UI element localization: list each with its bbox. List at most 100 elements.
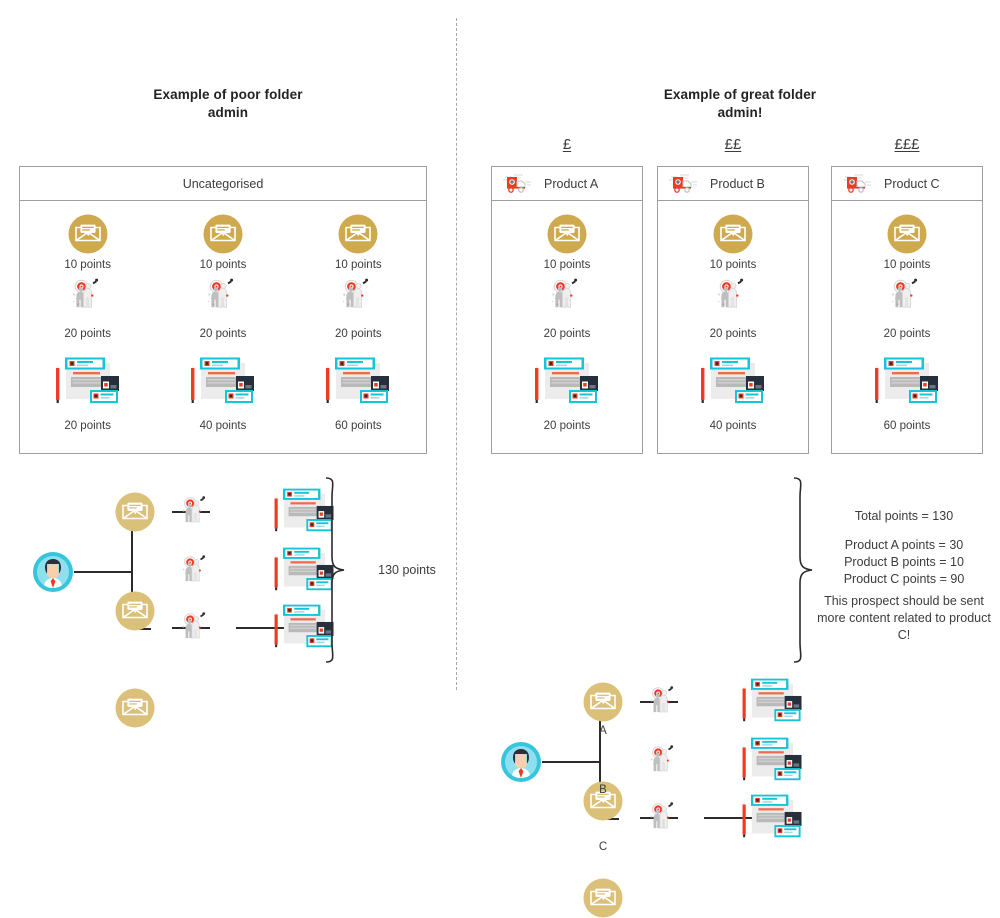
points-label: 20 points: [199, 328, 247, 340]
currency-label-b: ££: [724, 136, 742, 153]
landing-page-icon[interactable]: [184, 357, 262, 409]
target-people-icon[interactable]: [646, 799, 682, 835]
email-icon[interactable]: [887, 214, 927, 254]
prospect-avatar-icon[interactable]: [500, 741, 542, 783]
product-c-folder-card[interactable]: Product C 10 points 20 points 60 points: [831, 166, 983, 454]
summary-product-c-points: Product C points = 90: [843, 572, 965, 586]
left-panel-title-line1: Example of poor folder: [153, 87, 303, 102]
landing-page-icon[interactable]: [736, 737, 809, 786]
delivery-truck-icon: [502, 173, 534, 195]
target-people-icon[interactable]: [178, 609, 214, 645]
landing-page-icon[interactable]: [868, 357, 946, 409]
uncategorised-folder-header: Uncategorised: [20, 167, 426, 201]
tree-node-label-c: C: [598, 841, 608, 853]
points-label: 40 points: [199, 420, 247, 432]
product-a-folder-name: Product A: [544, 176, 599, 191]
product-c-column: 10 points 20 points 60 points: [832, 201, 982, 453]
currency-label-a: £: [562, 136, 572, 153]
right-prospect-tree: A B C: [488, 668, 818, 918]
vertical-dashed-divider: [456, 18, 457, 690]
left-total-brace: [322, 477, 348, 663]
delivery-truck-icon: [668, 173, 700, 195]
uncategorised-column-1: 10 points 20 points 20 points: [20, 201, 155, 453]
product-b-folder-name: Product B: [710, 176, 765, 191]
points-label: 60 points: [883, 420, 931, 432]
landing-page-icon[interactable]: [528, 357, 606, 409]
target-people-icon[interactable]: [203, 275, 243, 315]
tree-node-label-b: B: [599, 784, 607, 796]
summary-product-b-points: Product B points = 10: [844, 555, 964, 569]
product-a-folder-body: 10 points 20 points 20 points: [492, 201, 642, 453]
product-a-folder-card[interactable]: Product A 10 points 20 points 20 points: [491, 166, 643, 454]
points-label: 20 points: [64, 420, 111, 432]
summary-product-a-points: Product A points = 30: [844, 538, 964, 552]
right-panel-title-line2: admin!: [717, 105, 763, 120]
tree-line-root: [542, 761, 600, 763]
right-summary-brace: [790, 477, 816, 663]
uncategorised-folder-card[interactable]: Uncategorised 10 points 20 points 20 poi…: [19, 166, 427, 454]
points-label: 10 points: [64, 259, 111, 271]
summary-advice-line2: more content related to product: [817, 611, 991, 625]
target-people-icon[interactable]: [68, 275, 108, 315]
landing-page-icon[interactable]: [694, 357, 772, 409]
currency-label-c: £££: [894, 136, 920, 153]
product-c-folder-header: Product C: [832, 167, 982, 201]
product-c-folder-name: Product C: [884, 176, 940, 191]
target-people-icon[interactable]: [338, 275, 378, 315]
product-b-folder-header: Product B: [658, 167, 808, 201]
delivery-truck-icon: [842, 173, 874, 195]
product-b-column: 10 points 20 points 40 points: [658, 201, 808, 453]
tree-node-label-a: A: [599, 725, 607, 737]
product-a-folder-header: Product A: [492, 167, 642, 201]
email-icon[interactable]: [115, 688, 445, 728]
points-label: 10 points: [883, 259, 931, 271]
product-b-folder-card[interactable]: Product B 10 points 20 points 40 points: [657, 166, 809, 454]
summary-total-points: Total points = 130: [854, 509, 954, 523]
target-people-icon[interactable]: [887, 275, 927, 315]
email-icon[interactable]: [338, 214, 378, 254]
prospect-avatar-icon[interactable]: [32, 551, 74, 593]
product-b-folder-body: 10 points 20 points 40 points: [658, 201, 808, 453]
target-people-icon[interactable]: [713, 275, 753, 315]
email-icon[interactable]: [68, 214, 108, 254]
landing-page-icon[interactable]: [736, 678, 809, 727]
left-panel-title: Example of poor folder admin: [78, 86, 378, 122]
summary-advice-line1: This prospect should be sent: [824, 594, 984, 608]
points-label: 20 points: [334, 328, 382, 340]
left-panel-title-line2: admin: [207, 105, 249, 120]
points-label: 10 points: [709, 259, 757, 271]
right-panel-title-line1: Example of great folder: [663, 87, 817, 102]
tree-line-root: [74, 571, 132, 573]
points-label: 60 points: [334, 420, 382, 432]
points-label: 20 points: [709, 328, 757, 340]
uncategorised-folder-name: Uncategorised: [182, 176, 264, 191]
target-people-icon[interactable]: [646, 742, 682, 778]
uncategorised-column-3: 10 points 20 points 60 points: [291, 201, 426, 453]
product-a-column: 10 points 20 points 20 points: [492, 201, 642, 453]
landing-page-icon[interactable]: [736, 794, 809, 843]
points-label: 20 points: [883, 328, 931, 340]
target-people-icon[interactable]: [547, 275, 587, 315]
product-c-folder-body: 10 points 20 points 60 points: [832, 201, 982, 453]
left-total-points-label: 130 points: [378, 563, 436, 577]
points-label: 20 points: [543, 420, 591, 432]
email-icon[interactable]: [547, 214, 587, 254]
email-icon[interactable]: [583, 878, 913, 918]
landing-page-icon[interactable]: [49, 357, 127, 409]
points-label: 10 points: [334, 259, 382, 271]
points-label: 10 points: [543, 259, 591, 271]
left-prospect-tree: [20, 478, 350, 728]
target-people-icon[interactable]: [178, 493, 214, 529]
right-panel-title: Example of great folder admin!: [590, 86, 890, 122]
email-icon[interactable]: [713, 214, 753, 254]
points-label: 20 points: [64, 328, 111, 340]
points-label: 10 points: [199, 259, 247, 271]
uncategorised-column-2: 10 points 20 points 40 points: [155, 201, 290, 453]
points-label: 20 points: [543, 328, 591, 340]
uncategorised-folder-body: 10 points 20 points 20 points 10 points …: [20, 201, 426, 453]
summary-advice-line3: C!: [897, 628, 911, 642]
landing-page-icon[interactable]: [319, 357, 397, 409]
email-icon[interactable]: [203, 214, 243, 254]
target-people-icon[interactable]: [646, 683, 682, 719]
target-people-icon[interactable]: [178, 552, 214, 588]
